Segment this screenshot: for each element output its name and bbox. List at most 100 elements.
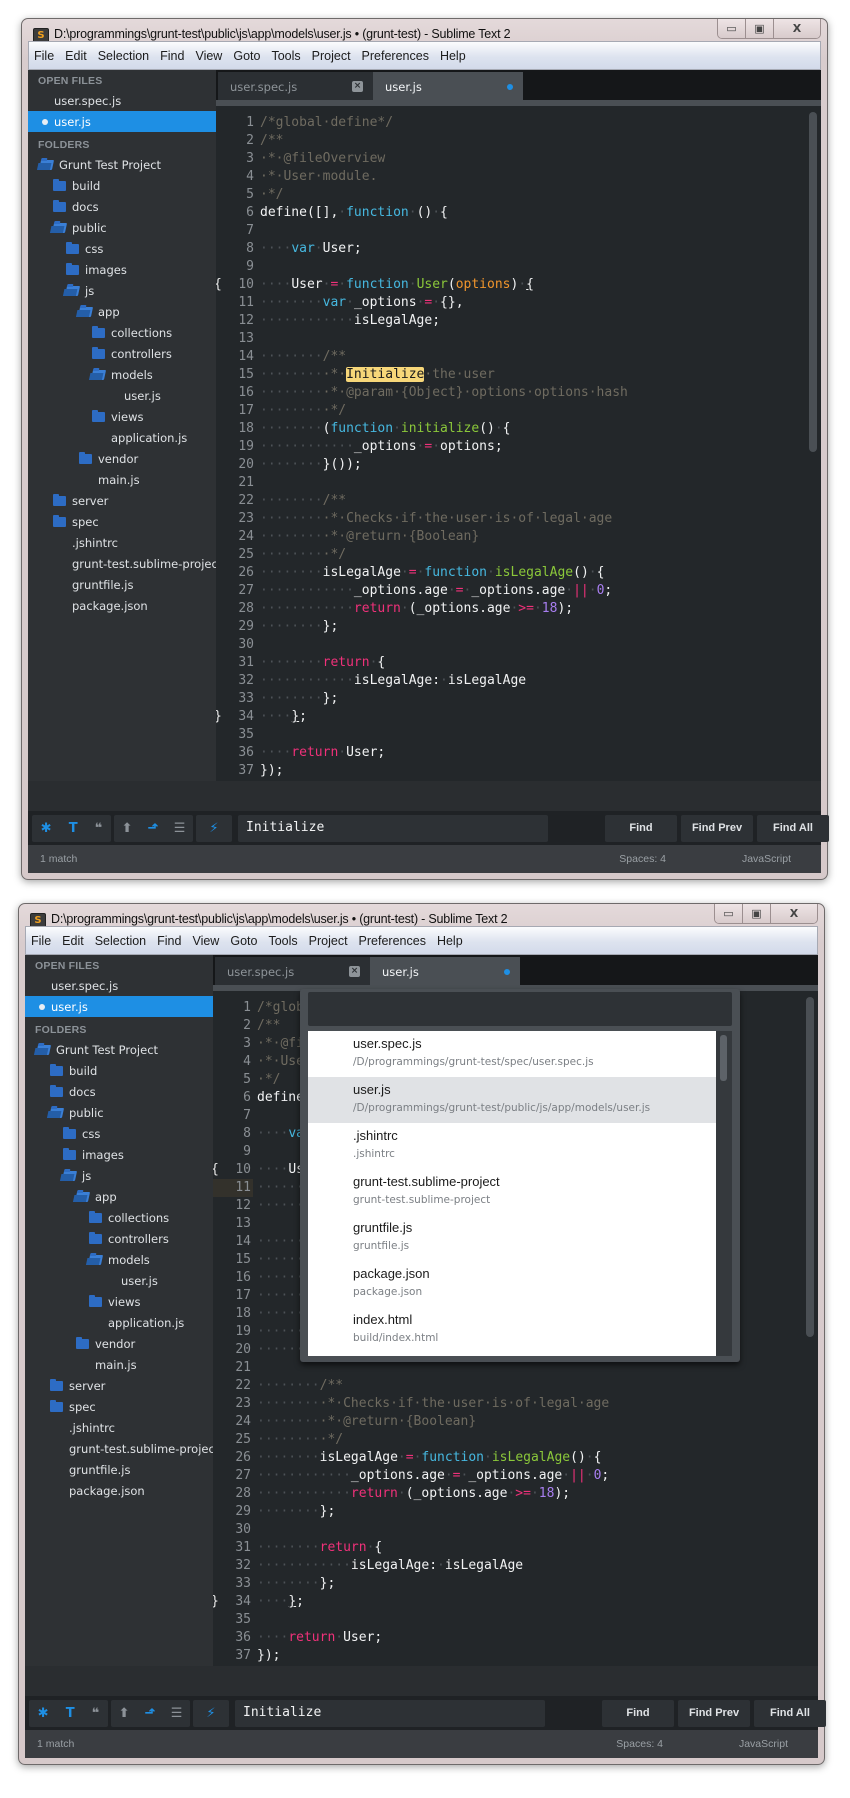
tab-close-icon[interactable]: × — [352, 81, 363, 92]
case-sensitive-toggle-icon[interactable]: T — [69, 821, 78, 836]
whole-word-toggle-icon[interactable]: ❝ — [95, 821, 103, 836]
tree-file[interactable]: .jshintrc — [28, 532, 216, 553]
code-line[interactable]: 28 ············return·(_options.age·>=·18… — [216, 600, 807, 618]
tree-folder[interactable]: spec — [28, 511, 216, 532]
find-button[interactable]: Find — [605, 815, 677, 842]
code-line[interactable]: 26 ········isLegalAge·=·function·isLegalA… — [213, 1449, 804, 1467]
code-line[interactable]: 7 — [216, 222, 807, 240]
find-prev-button[interactable]: Find Prev — [681, 815, 753, 842]
highlight-matches-icon[interactable]: ⚡ — [209, 821, 218, 836]
tree-folder[interactable]: server — [28, 490, 216, 511]
code-line[interactable]: 22 ········/** — [216, 492, 807, 510]
code-line[interactable]: 6define([],·function·()·{ — [216, 204, 807, 222]
indentation-status[interactable]: Spaces: 4 — [619, 853, 666, 865]
code-line[interactable]: 14 ········/** — [216, 348, 807, 366]
tree-file[interactable]: application.js — [25, 1312, 213, 1333]
code-line[interactable]: 25 ·········*/ — [216, 546, 807, 564]
open-file-item[interactable]: user.spec.js — [28, 90, 216, 111]
tab-close-icon[interactable]: × — [349, 966, 360, 977]
code-line[interactable]: 20 ········}()); — [216, 456, 807, 474]
code-line[interactable]: 22 ········/** — [213, 1377, 804, 1395]
code-line[interactable]: 16 ·········*·@param·{Object}·options·opt… — [216, 384, 807, 402]
tree-file[interactable]: package.json — [28, 595, 216, 616]
code-line[interactable]: 37}); — [213, 1647, 804, 1665]
code-view[interactable]: 1 /*global·define*/ 2 /** 3 ·*·@fileOverview 4… — [216, 106, 807, 781]
find-all-button[interactable]: Find All — [754, 1700, 826, 1727]
code-line[interactable]: } 34 ····}; — [213, 1593, 804, 1611]
tree-folder[interactable]: spec — [25, 1396, 213, 1417]
tree-folder[interactable]: vendor — [25, 1333, 213, 1354]
code-line[interactable]: 32 ············isLegalAge:·isLegalAge — [216, 672, 807, 690]
tree-file[interactable]: user.js — [28, 385, 216, 406]
code-line[interactable]: 8 ····var·User; — [216, 240, 807, 258]
code-line[interactable]: 2 /** — [216, 132, 807, 150]
code-line[interactable]: 15 ·········*·Initialize·the·user — [216, 366, 807, 384]
tree-folder[interactable]: public — [25, 1102, 213, 1123]
code-line[interactable]: 30 — [213, 1521, 804, 1539]
reverse-direction-icon[interactable]: ⬆ — [119, 1706, 130, 1721]
code-line[interactable]: 12 ············isLegalAge; — [216, 312, 807, 330]
tree-folder[interactable]: collections — [25, 1207, 213, 1228]
goto-result-item[interactable]: index.html build/index.html — [308, 1307, 718, 1353]
menu-goto[interactable]: Goto — [229, 934, 258, 948]
code-line[interactable]: 3 ·*·@fileOverview — [216, 150, 807, 168]
tab-user-spec-js[interactable]: user.spec.js × — [218, 72, 373, 100]
menu-selection[interactable]: Selection — [94, 934, 147, 948]
close-button[interactable]: X — [774, 19, 820, 38]
tree-folder[interactable]: css — [25, 1123, 213, 1144]
wrap-icon[interactable]: ⬏ — [148, 821, 159, 836]
menu-view[interactable]: View — [194, 49, 223, 63]
code-line[interactable]: } 34 ····}; — [216, 708, 807, 726]
code-line[interactable]: 28 ············return·(_options.age·>=·18… — [213, 1485, 804, 1503]
minimap-scrollbar[interactable] — [809, 112, 817, 452]
tree-folder[interactable]: models — [28, 364, 216, 385]
syntax-status[interactable]: JavaScript — [739, 1738, 788, 1750]
tab-user-js[interactable]: user.js — [370, 957, 520, 985]
code-line[interactable]: 11········var·_options·=·{}, — [216, 294, 807, 312]
code-line[interactable]: 30 — [216, 636, 807, 654]
code-line[interactable]: 23 ·········*·Checks·if·the·user·is·of·le… — [216, 510, 807, 528]
menu-find[interactable]: Find — [156, 934, 182, 948]
code-line[interactable]: 23 ·········*·Checks·if·the·user·is·of·le… — [213, 1395, 804, 1413]
find-button[interactable]: Find — [602, 1700, 674, 1727]
menu-edit[interactable]: Edit — [64, 49, 88, 63]
open-file-item[interactable]: user.js — [25, 996, 213, 1017]
code-line[interactable]: 36 ····return·User; — [216, 744, 807, 762]
regex-toggle-icon[interactable]: ✱ — [41, 821, 52, 836]
regex-toggle-icon[interactable]: ✱ — [38, 1706, 49, 1721]
code-line[interactable]: 31 ········return·{ — [216, 654, 807, 672]
wrap-icon[interactable]: ⬏ — [145, 1706, 156, 1721]
code-line[interactable]: 18········(function·initialize()·{ — [216, 420, 807, 438]
tree-folder[interactable]: app — [28, 301, 216, 322]
tree-file[interactable]: gruntfile.js — [28, 574, 216, 595]
tree-folder[interactable]: images — [25, 1144, 213, 1165]
tree-folder[interactable]: controllers — [25, 1228, 213, 1249]
tree-folder[interactable]: images — [28, 259, 216, 280]
code-line[interactable]: 36 ····return·User; — [213, 1629, 804, 1647]
tree-folder[interactable]: views — [25, 1291, 213, 1312]
code-line[interactable]: 24 ·········*·@return·{Boolean} — [213, 1413, 804, 1431]
code-line[interactable]: 13 — [216, 330, 807, 348]
menu-selection[interactable]: Selection — [97, 49, 150, 63]
tree-folder[interactable]: build — [28, 175, 216, 196]
menu-project[interactable]: Project — [311, 49, 352, 63]
tree-folder[interactable]: server — [25, 1375, 213, 1396]
highlight-matches-icon[interactable]: ⚡ — [206, 1706, 215, 1721]
tree-folder[interactable]: Grunt Test Project — [25, 1039, 213, 1060]
close-button[interactable]: X — [771, 904, 817, 923]
menu-edit[interactable]: Edit — [61, 934, 85, 948]
reverse-direction-icon[interactable]: ⬆ — [122, 821, 133, 836]
code-line[interactable]: 24 ·········*·@return·{Boolean} — [216, 528, 807, 546]
minimize-button[interactable]: ▭ — [715, 904, 743, 923]
code-line[interactable]: 27 ············_options.age·=·_options.ag… — [216, 582, 807, 600]
code-line[interactable]: {10····User·=·function·User(options)·{ — [216, 276, 807, 294]
find-all-button[interactable]: Find All — [757, 815, 829, 842]
tree-folder[interactable]: docs — [25, 1081, 213, 1102]
tree-folder[interactable]: collections — [28, 322, 216, 343]
code-line[interactable]: 9 — [216, 258, 807, 276]
menu-file[interactable]: File — [30, 934, 52, 948]
goto-result-item[interactable]: user.spec.js/D/programmings/grunt-test/s… — [308, 1031, 718, 1077]
code-line[interactable]: 1 /*global·define*/ — [216, 114, 807, 132]
code-line[interactable]: 5 ·*/ — [216, 186, 807, 204]
code-line[interactable]: 37}); — [216, 762, 807, 780]
